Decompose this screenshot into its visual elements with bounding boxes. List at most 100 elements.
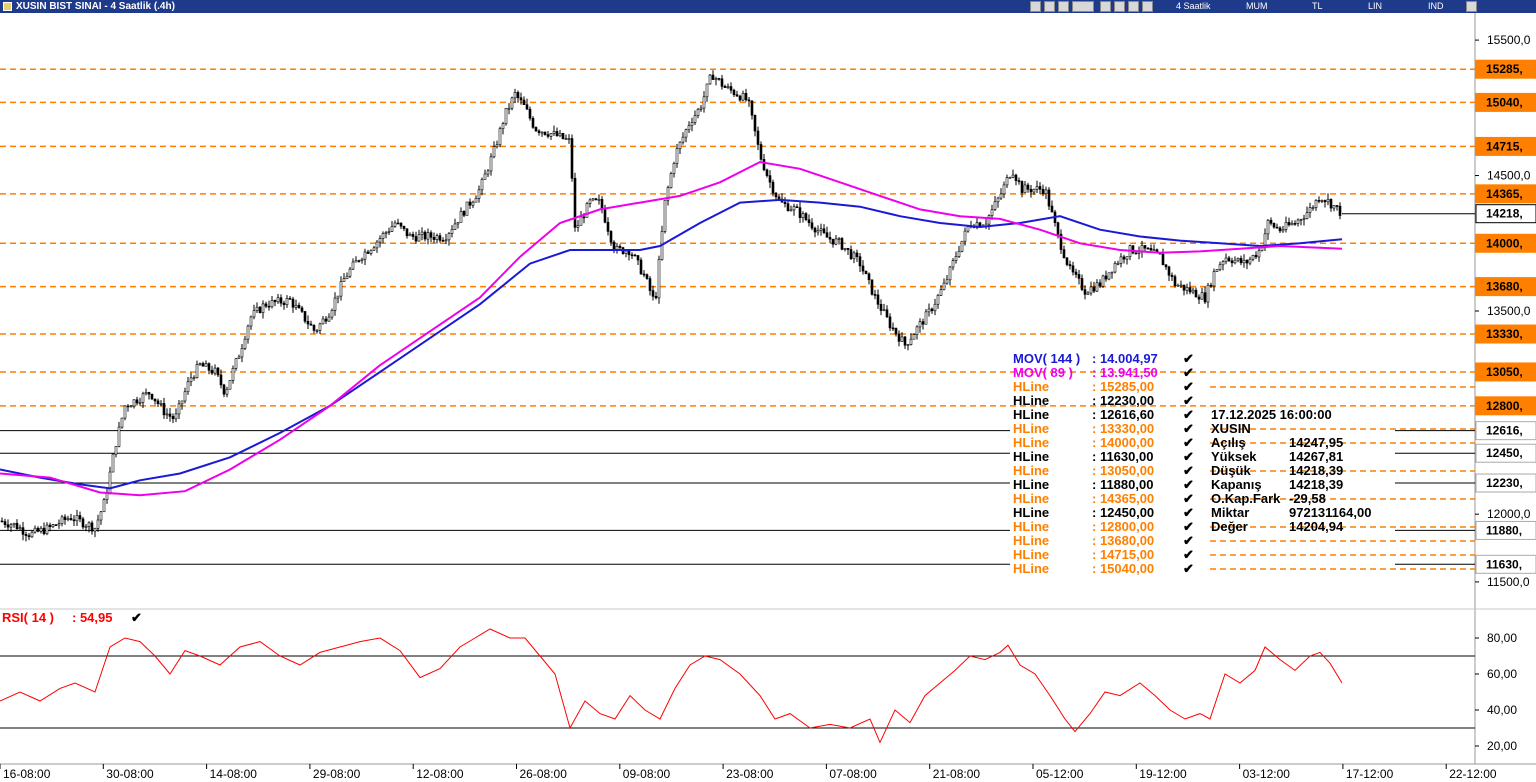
candle-body	[54, 524, 58, 526]
candle-body	[1290, 223, 1294, 226]
candle-body	[768, 175, 772, 183]
candle-body	[561, 132, 565, 139]
candle-body	[219, 374, 223, 386]
info-label: O.Kap.Fark	[1211, 491, 1281, 506]
candle-body	[1161, 253, 1165, 266]
currency-selector[interactable]: TL	[1312, 0, 1323, 13]
candle-body	[420, 231, 424, 235]
candle-body	[1044, 189, 1048, 194]
candle-body	[426, 232, 430, 240]
candle-body	[618, 245, 622, 248]
candle-body	[654, 296, 658, 299]
candle-body	[462, 211, 466, 216]
candle-body	[909, 338, 913, 345]
candle-body	[102, 499, 106, 513]
toolbar-tool-icon[interactable]	[1142, 1, 1153, 12]
candle-body	[312, 324, 316, 331]
candle-body	[108, 471, 112, 494]
candle-body	[558, 132, 562, 137]
mode-selector[interactable]: IND	[1428, 0, 1444, 13]
info-value: 14267,81	[1289, 449, 1343, 464]
toolbar-tool-icon[interactable]	[1128, 1, 1139, 12]
candle-body	[903, 336, 907, 346]
candle-body	[78, 515, 82, 520]
candle-body	[828, 237, 832, 240]
candle-body	[525, 104, 529, 110]
scale-selector[interactable]: LIN	[1368, 0, 1382, 13]
x-tick-label: 17-12:00	[1346, 767, 1394, 781]
legend-check-icon: ✔	[1183, 449, 1194, 464]
candle-body	[633, 254, 637, 257]
settings-icon[interactable]	[1466, 1, 1477, 12]
candle-body	[207, 363, 211, 371]
candle-body	[1086, 292, 1090, 295]
toolbar-tool-icon[interactable]	[1114, 1, 1125, 12]
candle-body	[96, 519, 100, 529]
x-tick-label: 03-12:00	[1243, 767, 1291, 781]
candle-body	[924, 311, 928, 325]
candle-body	[576, 224, 580, 228]
toolbar-tool-icon[interactable]	[1100, 1, 1111, 12]
candle-body	[600, 199, 604, 210]
candle-body	[162, 403, 166, 416]
period-selector[interactable]: 4 Saatlik	[1176, 0, 1211, 13]
candle-body	[174, 413, 178, 420]
candle-body	[1251, 254, 1255, 260]
candle-body	[1248, 258, 1252, 264]
candle-body	[681, 136, 685, 143]
candle-body	[432, 237, 436, 240]
candle-body	[963, 230, 967, 242]
candle-body	[1008, 177, 1012, 179]
candle-body	[1221, 261, 1225, 266]
candle-body	[1233, 259, 1237, 264]
x-tick-label: 21-08:00	[933, 767, 981, 781]
candle-body	[321, 318, 325, 325]
y-tick-label: 14500,0	[1487, 169, 1531, 183]
chart-area[interactable]: 15500,0 14500,0 13500,0 12000,0 11500,0 15285…	[0, 13, 1536, 782]
candle-body	[309, 323, 313, 326]
candle-body	[393, 222, 397, 227]
toolbar-tool-icon[interactable]	[1058, 1, 1069, 12]
candle-body	[927, 308, 931, 313]
candle-body	[1200, 292, 1204, 300]
candle-body	[714, 78, 718, 80]
candle-body	[876, 294, 880, 305]
candle-body	[594, 198, 598, 201]
candle-body	[1287, 222, 1291, 226]
candle-body	[306, 320, 310, 325]
candle-body	[597, 199, 601, 201]
candle-body	[438, 235, 442, 241]
legend-value: : 12616,60	[1092, 407, 1154, 422]
legend-value: : 15285,00	[1092, 379, 1154, 394]
candle-body	[960, 240, 964, 252]
toolbar-tool-icon[interactable]	[1072, 1, 1094, 12]
candle-body	[636, 255, 640, 261]
candle-body	[138, 402, 142, 404]
candle-body	[93, 527, 97, 532]
candle-body	[105, 492, 109, 500]
toolbar-tool-icon[interactable]	[1044, 1, 1055, 12]
toolbar-tool-icon[interactable]	[1030, 1, 1041, 12]
candle-body	[1038, 186, 1042, 190]
legend-check-icon: ✔	[1183, 519, 1194, 534]
legend-check-icon: ✔	[1183, 351, 1194, 366]
candle-body	[912, 334, 916, 340]
candle-body	[33, 527, 37, 533]
candle-body	[1176, 285, 1180, 287]
candle-body	[585, 203, 589, 218]
chart-style-selector[interactable]: MUM	[1246, 0, 1268, 13]
candle-body	[528, 108, 532, 119]
candle-body	[675, 148, 679, 164]
candle-body	[588, 199, 592, 204]
candle-body	[27, 535, 31, 538]
candle-body	[879, 303, 883, 311]
candle-body	[843, 247, 847, 250]
candle-body	[693, 115, 697, 123]
candle-body	[342, 278, 346, 282]
candle-body	[288, 298, 292, 300]
candle-body	[1110, 271, 1114, 274]
candle-body	[1116, 262, 1120, 265]
rsi-y-tick-label: 20,00	[1487, 739, 1517, 753]
candle-body	[1149, 248, 1153, 251]
candle-body	[180, 400, 184, 405]
